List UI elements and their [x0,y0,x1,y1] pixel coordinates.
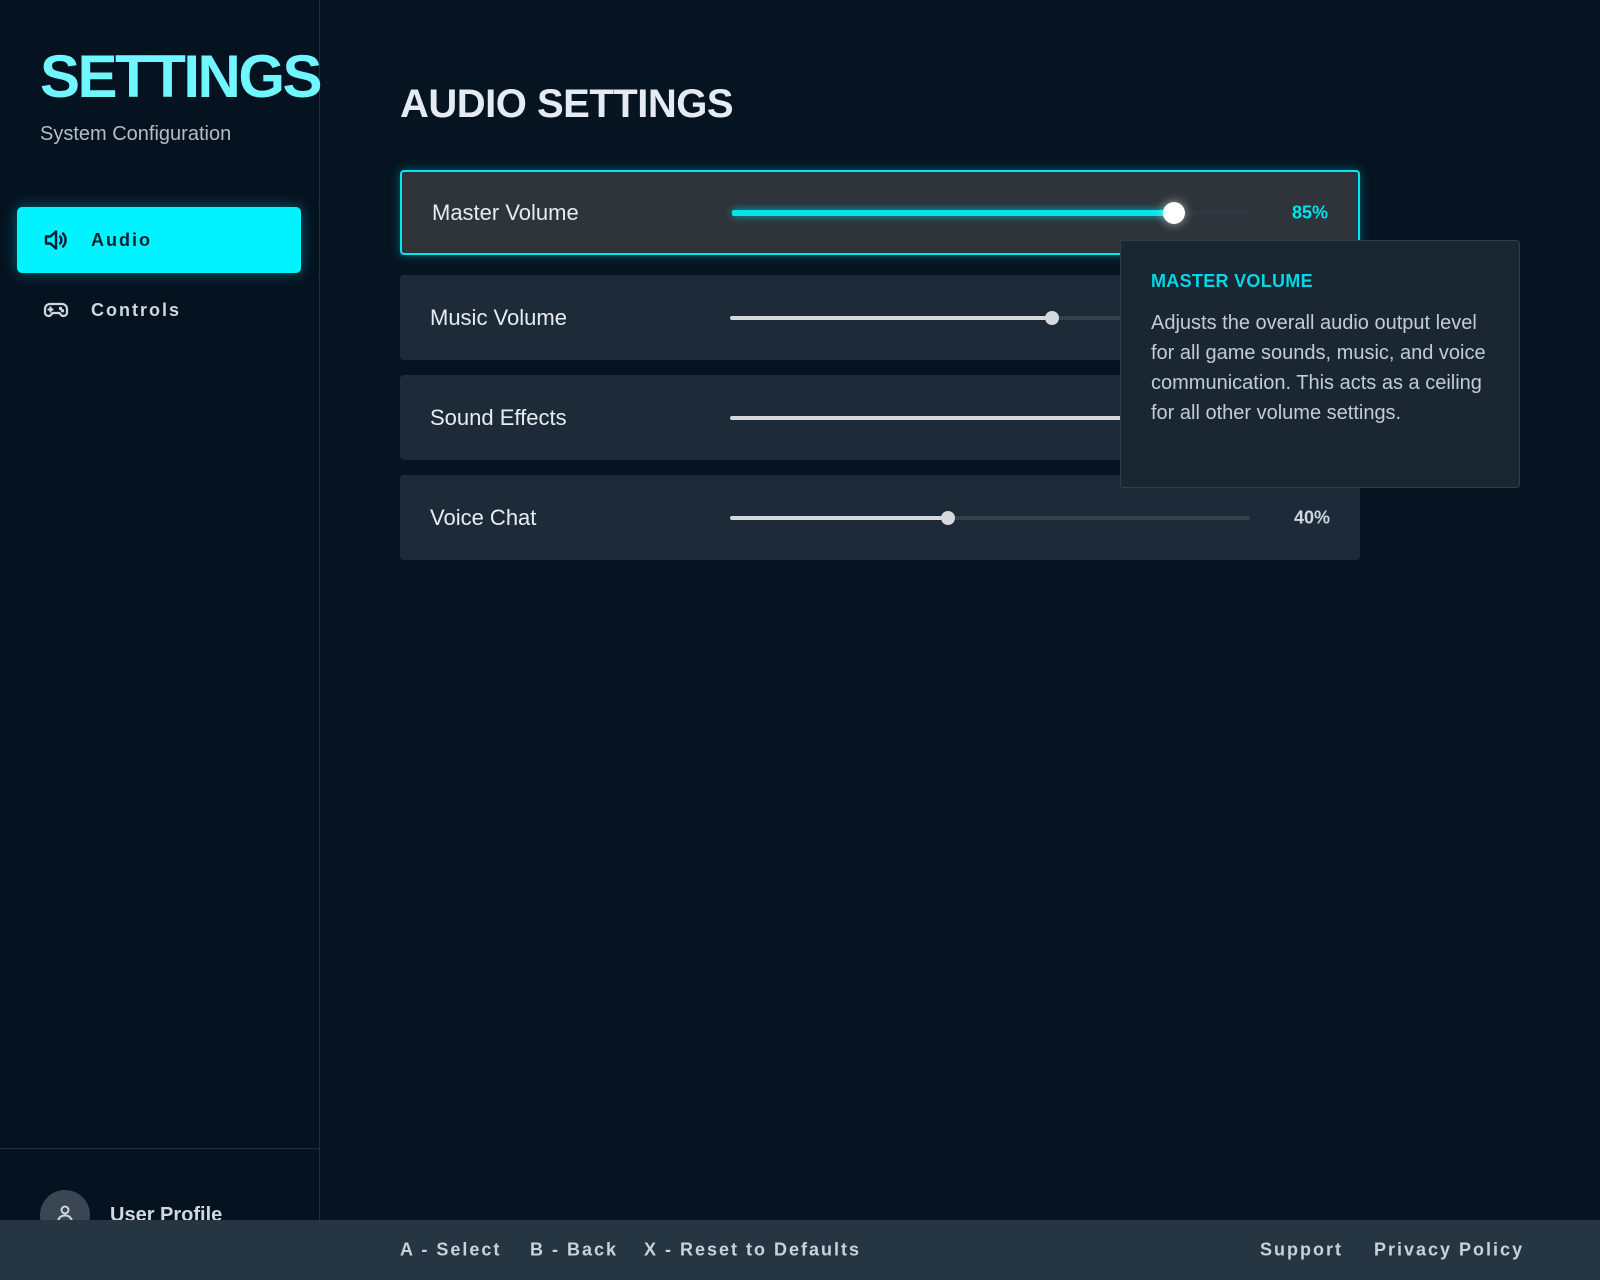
setting-label: Master Volume [432,199,579,225]
gamepad-icon [41,295,71,325]
brand-subtitle: System Configuration [40,123,232,145]
support-link[interactable]: Support [1260,1240,1343,1261]
slider-thumb[interactable] [941,510,956,525]
sidebar-item-label: Audio [91,229,152,250]
setting-value: 40% [1293,507,1330,527]
privacy-policy-link[interactable]: Privacy Policy [1374,1240,1524,1261]
slider-thumb[interactable] [1045,310,1060,325]
setting-tooltip: MASTER VOLUME Adjusts the overall audio … [1120,240,1520,488]
slider-thumb[interactable] [1163,201,1185,224]
slider-fill [730,415,1146,420]
tooltip-body: Adjusts the overall audio output level f… [1151,312,1486,424]
speaker-icon [41,225,71,255]
hint-reset-defaults[interactable]: X - Reset to Defaults [644,1240,861,1261]
page-title: AUDIO SETTINGS [400,82,734,126]
tooltip-title: MASTER VOLUME [1151,271,1313,291]
slider-fill [732,209,1174,216]
brand-title: SETTINGS [40,43,323,110]
footer-bar: A - Select B - Back X - Reset to Default… [0,1220,1600,1280]
setting-label: Sound Effects [430,404,567,430]
sidebar-divider [0,1148,320,1149]
master-volume-slider[interactable] [732,201,1252,224]
sidebar-item-audio[interactable]: Audio [17,207,301,273]
sidebar-item-label: Controls [91,299,181,320]
settings-screen: SETTINGS System Configuration Audio Cont… [0,0,1600,1280]
setting-value: 85% [1291,202,1328,222]
setting-label: Music Volume [430,304,567,330]
sidebar: SETTINGS System Configuration Audio Cont… [0,0,323,1280]
hint-back: B - Back [530,1239,619,1260]
voice-chat-slider[interactable] [730,510,1250,525]
slider-fill [730,315,1053,320]
hint-select: A - Select [400,1239,502,1260]
setting-label: Voice Chat [430,504,537,530]
sidebar-item-controls[interactable]: Controls [17,277,301,343]
slider-fill [730,515,949,520]
